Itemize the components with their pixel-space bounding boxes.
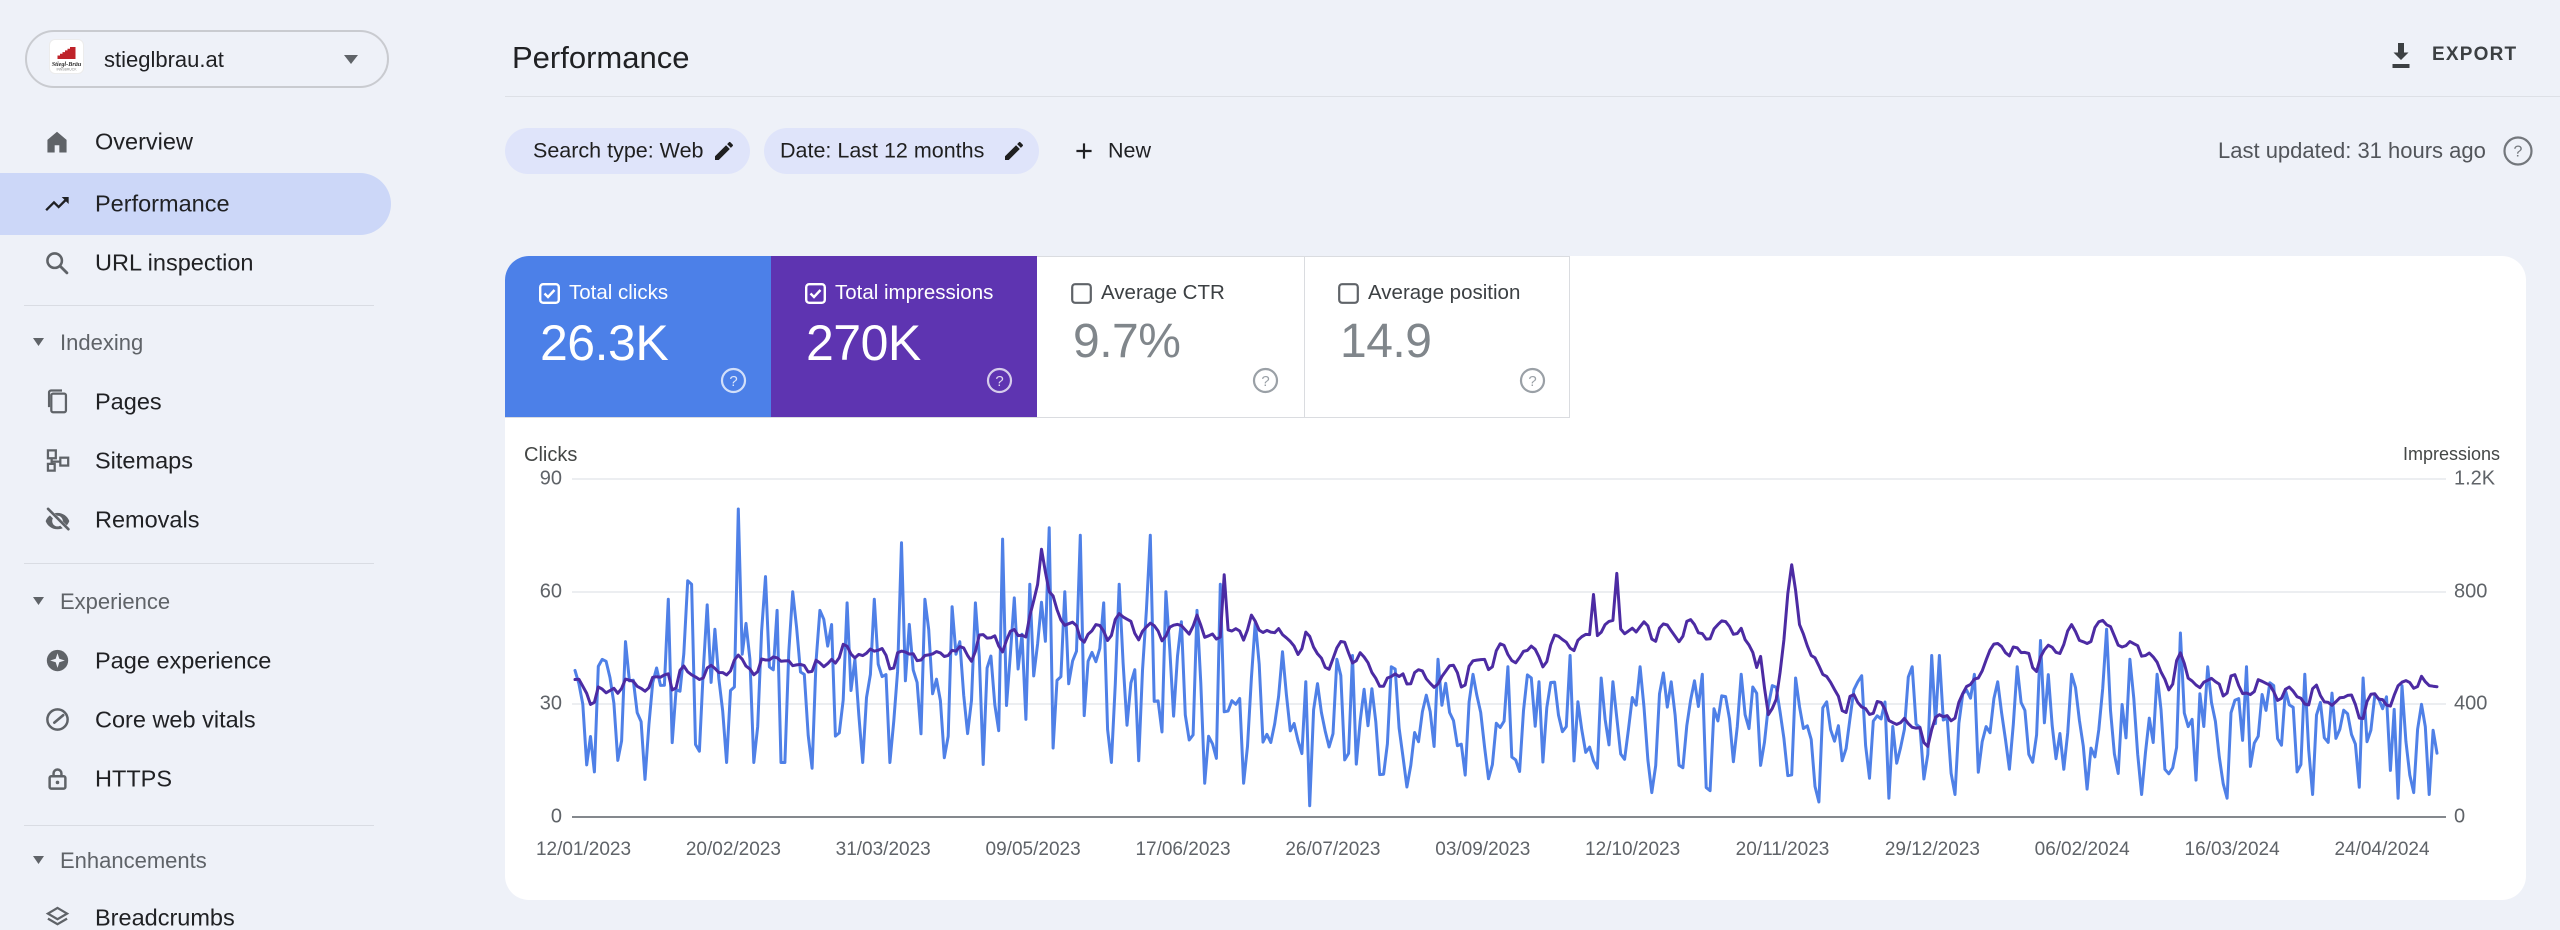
svg-text:?: ? — [1261, 373, 1269, 390]
svg-text:?: ? — [995, 373, 1003, 390]
svg-text:?: ? — [729, 373, 737, 390]
svg-text:?: ? — [2514, 144, 2523, 161]
svg-text:?: ? — [1528, 373, 1536, 390]
svg-text:INNSBRUCK: INNSBRUCK — [57, 68, 78, 72]
